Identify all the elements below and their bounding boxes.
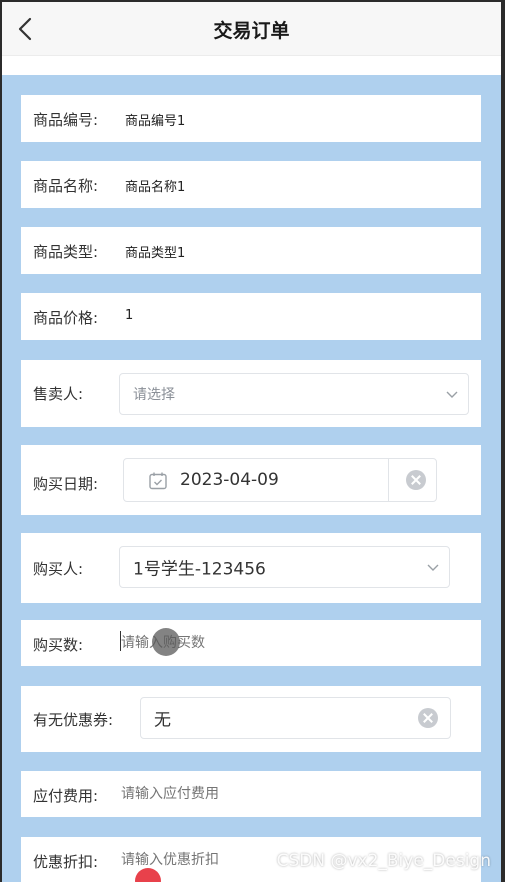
- discount-label: 优惠折扣:: [33, 853, 99, 871]
- seller-label: 售卖人:: [33, 385, 84, 403]
- quantity-label: 购买数:: [33, 636, 84, 654]
- page-title: 交易订单: [213, 20, 290, 42]
- phone-screen: 交易订单 商品编号: 商品编号1 商品名称: 商品名称1 商品类型: 商品类型1…: [2, 2, 501, 882]
- product-name-label: 商品名称:: [33, 177, 99, 195]
- product-name-row: 商品名称: 商品名称1: [21, 161, 481, 208]
- form-container: 商品编号: 商品编号1 商品名称: 商品名称1 商品类型: 商品类型1 商品价格…: [2, 75, 501, 882]
- coupon-label: 有无优惠券:: [33, 711, 114, 729]
- product-type-value: 商品类型1: [125, 246, 186, 261]
- quantity-row: 购买数:: [21, 620, 481, 666]
- payable-row: 应付费用:: [21, 771, 481, 817]
- seller-row: 售卖人: 请选择: [21, 360, 481, 427]
- product-type-row: 商品类型: 商品类型1: [21, 227, 481, 274]
- product-no-label: 商品编号:: [33, 111, 99, 129]
- payable-input[interactable]: [121, 780, 461, 808]
- chevron-down-icon: [446, 391, 458, 398]
- chevron-down-icon: [427, 564, 439, 571]
- watermark: CSDN @vx2_Biye_Design: [276, 851, 491, 871]
- seller-select[interactable]: 请选择: [119, 373, 469, 415]
- product-price-value: 1: [125, 308, 134, 323]
- navigation-bar: 交易订单: [2, 2, 501, 56]
- product-price-row: 商品价格: 1: [21, 293, 481, 340]
- product-no-row: 商品编号: 商品编号1: [21, 95, 481, 142]
- text-cursor: [120, 631, 121, 651]
- buyer-select[interactable]: 1号学生-123456: [119, 546, 450, 588]
- product-price-label: 商品价格:: [33, 309, 99, 327]
- seller-placeholder: 请选择: [133, 387, 175, 403]
- field-divider: [388, 459, 389, 501]
- product-name-value: 商品名称1: [125, 180, 186, 195]
- coupon-row: 有无优惠券: 无: [21, 686, 481, 752]
- payable-label: 应付费用:: [33, 787, 99, 805]
- purchase-date-value: 2023-04-09: [180, 470, 279, 490]
- touch-pointer: [152, 628, 180, 656]
- clear-coupon-icon[interactable]: [418, 708, 438, 728]
- product-type-label: 商品类型:: [33, 243, 99, 261]
- purchase-date-label: 购买日期:: [33, 475, 99, 493]
- buyer-row: 购买人: 1号学生-123456: [21, 533, 481, 603]
- product-no-value: 商品编号1: [125, 114, 186, 129]
- purchase-date-row: 购买日期: 2023-04-09: [21, 445, 481, 515]
- calendar-icon: [149, 472, 167, 490]
- clear-date-icon[interactable]: [406, 470, 426, 490]
- buyer-value: 1号学生-123456: [133, 559, 266, 580]
- coupon-value: 无: [154, 710, 171, 731]
- coupon-select[interactable]: 无: [140, 697, 451, 739]
- buyer-label: 购买人:: [33, 560, 84, 578]
- purchase-date-picker[interactable]: 2023-04-09: [123, 458, 437, 502]
